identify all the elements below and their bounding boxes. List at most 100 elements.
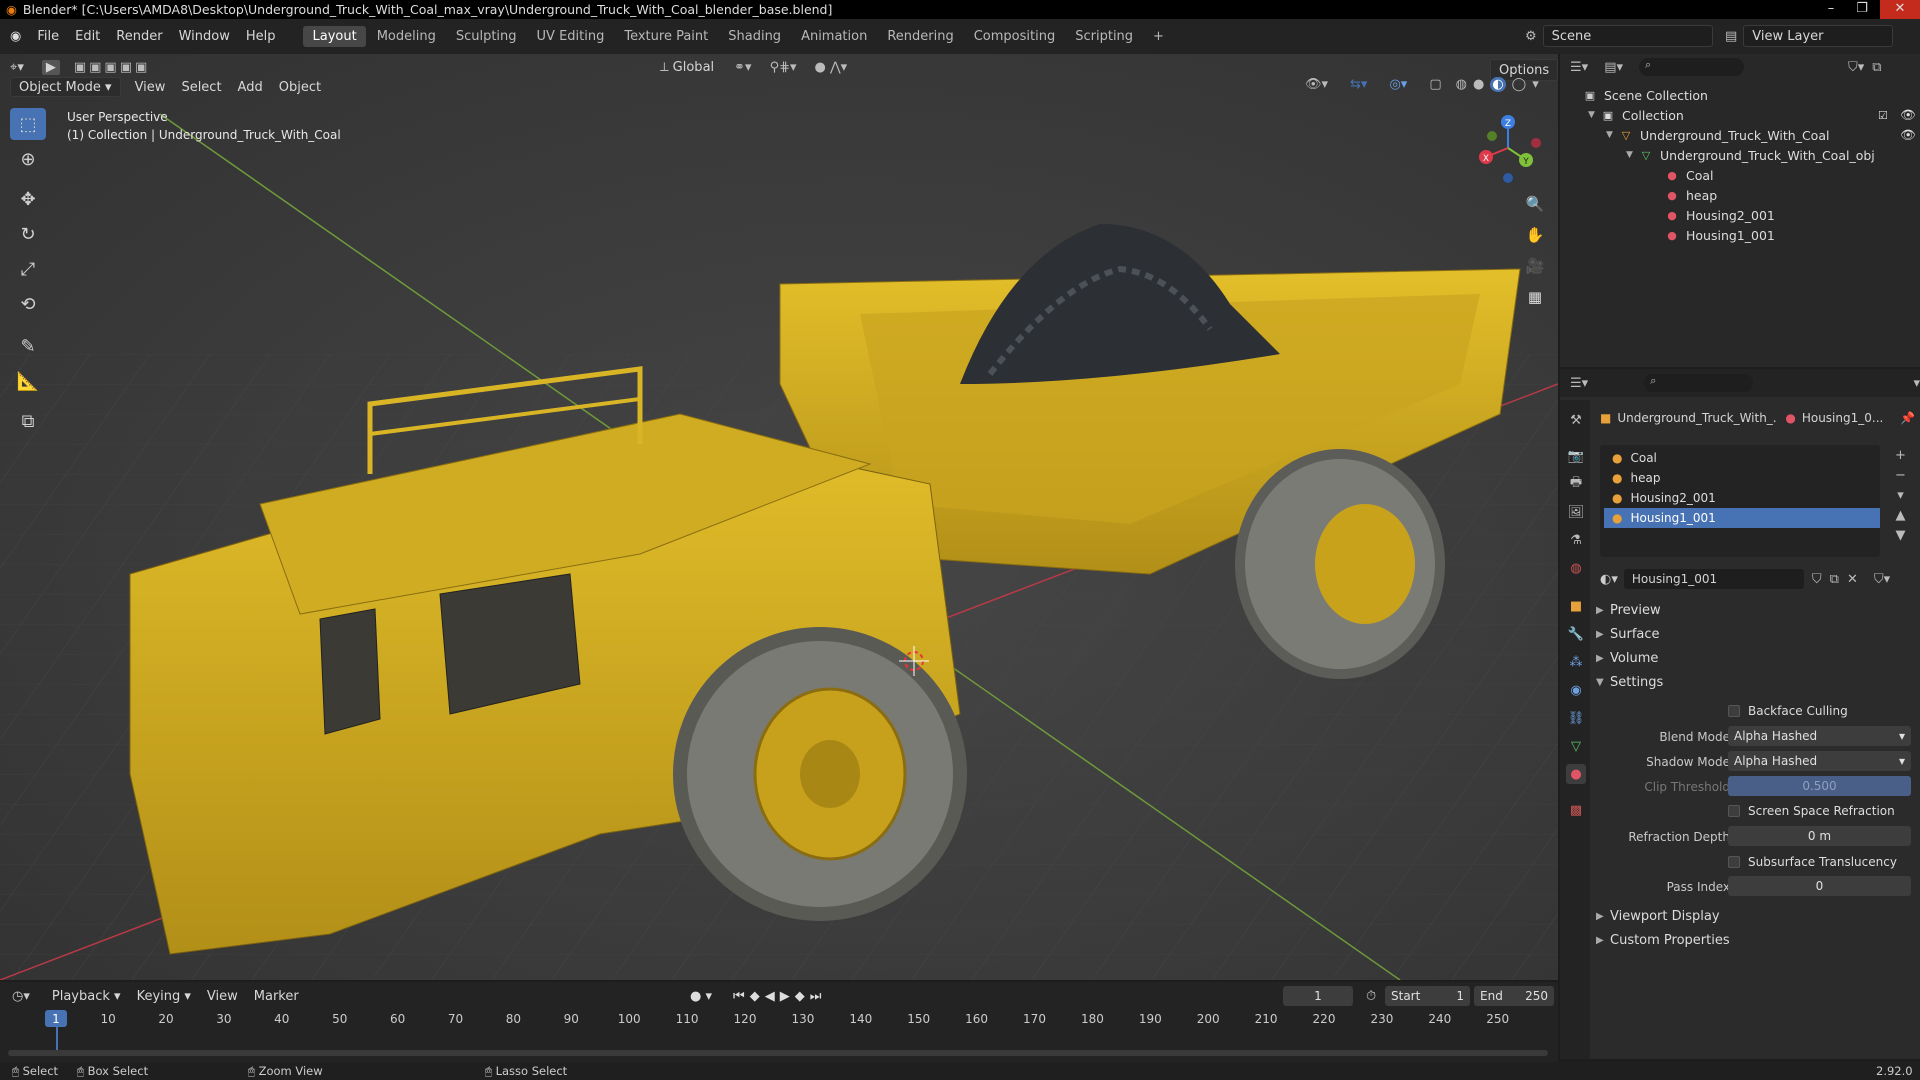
timeline-editor-icon[interactable]: ◷▾ (12, 989, 30, 1004)
select-mode-icon[interactable]: ▶ (41, 60, 60, 75)
outliner-scene-collection[interactable]: ▣ Scene Collection (1560, 85, 1920, 105)
fake-user-icon[interactable]: ⛉ (1812, 572, 1822, 587)
render-tab-icon[interactable]: 📷 (1566, 446, 1586, 466)
tab-texture-paint[interactable]: Texture Paint (615, 26, 717, 47)
clip-threshold-slider[interactable]: 0.500 (1728, 776, 1911, 796)
cursor-tool-icon[interactable]: ⊕ (10, 143, 46, 175)
subsurface-translucency-checkbox[interactable]: Subsurface Translucency (1728, 855, 1897, 869)
xray-icon[interactable]: ▢ (1429, 77, 1441, 92)
panel-custom-properties[interactable]: ▶ Custom Properties (1596, 928, 1730, 952)
scene-icon[interactable]: ⚙ (1525, 29, 1537, 44)
physics-tab-icon[interactable]: ◉ (1566, 680, 1586, 700)
menu-window[interactable]: Window (171, 29, 238, 44)
playback-menu[interactable]: Playback ▾ (44, 989, 129, 1004)
use-preview-range-icon[interactable]: ⏱ (1366, 989, 1376, 1004)
tab-rendering[interactable]: Rendering (878, 26, 962, 47)
tool-tab-icon[interactable]: ⚒ (1566, 410, 1586, 430)
add-cube-tool-icon[interactable]: ⧉ (10, 405, 46, 437)
outliner-material-housing1[interactable]: ● Housing1_001 (1560, 225, 1920, 245)
select-box-modes-icon[interactable]: ▣▣▣▣▣ (74, 60, 150, 75)
timeline-view-menu[interactable]: View (199, 989, 246, 1004)
slot-housing1[interactable]: ● Housing1_001 (1604, 508, 1880, 528)
slot-coal[interactable]: ● Coal (1604, 448, 1880, 468)
pivot-icon[interactable]: ⚭▾ (734, 60, 751, 75)
add-slot-icon[interactable]: + (1895, 446, 1906, 466)
snap-icon[interactable]: ⚲⋕▾ (770, 60, 797, 75)
viewport-menu-select[interactable]: Select (173, 80, 229, 95)
slot-heap[interactable]: ● heap (1604, 468, 1880, 488)
viewport-menu-view[interactable]: View (127, 80, 174, 95)
3d-viewport[interactable] (0, 54, 1558, 980)
blender-menu-icon[interactable]: ◉ (10, 29, 21, 44)
outliner-search[interactable]: ⌕ (1639, 58, 1744, 76)
properties-search[interactable]: ⌕ (1644, 374, 1754, 392)
texture-tab-icon[interactable]: ▩ (1566, 800, 1586, 820)
slot-housing2[interactable]: ● Housing2_001 (1604, 488, 1880, 508)
tab-scripting[interactable]: Scripting (1066, 26, 1142, 47)
tab-animation[interactable]: Animation (792, 26, 876, 47)
outliner-material-heap[interactable]: ● heap (1560, 185, 1920, 205)
viewport-menu-add[interactable]: Add (230, 80, 271, 95)
pan-hand-icon[interactable]: ✋ (1521, 221, 1549, 249)
outliner-editor-icon[interactable]: ☰▾ (1570, 60, 1588, 75)
tab-compositing[interactable]: Compositing (965, 26, 1065, 47)
new-collection-icon[interactable]: ⧉ (1872, 60, 1881, 75)
panel-preview[interactable]: ▶ Preview (1596, 598, 1661, 622)
measure-tool-icon[interactable]: 📐 (10, 365, 46, 397)
end-frame-field[interactable]: End 250 (1474, 986, 1554, 1006)
menu-help[interactable]: Help (238, 29, 284, 44)
outliner-material-coal[interactable]: ● Coal (1560, 165, 1920, 185)
object-mode-dropdown[interactable]: Object Mode ▾ (10, 77, 121, 97)
object-tab-icon[interactable]: ■ (1566, 596, 1586, 616)
visibility-icon[interactable]: 👁▾ (1305, 77, 1328, 92)
output-tab-icon[interactable]: 🖶 (1566, 474, 1586, 494)
transform-tool-icon[interactable]: ⟲ (10, 288, 46, 320)
viewport-menu-object[interactable]: Object (271, 80, 329, 95)
panel-surface[interactable]: ▶ Surface (1596, 622, 1660, 646)
maximize-button[interactable]: ❐ (1847, 0, 1877, 19)
remove-slot-icon[interactable]: − (1895, 466, 1906, 486)
editor-type-icon[interactable]: ⌖▾ (10, 60, 24, 75)
rotate-tool-icon[interactable]: ↻ (10, 218, 46, 250)
view-layer-icon[interactable]: ▤ (1725, 29, 1737, 44)
object-context-name[interactable]: Underground_Truck_With_... (1617, 411, 1777, 425)
material-shading-icon[interactable]: ◐ (1490, 77, 1506, 92)
duplicate-material-icon[interactable]: ⧉ (1830, 572, 1839, 587)
zoom-icon[interactable]: 🔍 (1521, 190, 1549, 218)
add-workspace-icon[interactable]: + (1144, 26, 1173, 47)
outliner-material-housing2[interactable]: ● Housing2_001 (1560, 205, 1920, 225)
refraction-depth-field[interactable]: 0 m (1728, 826, 1911, 846)
start-frame-field[interactable]: Start 1 (1385, 986, 1470, 1006)
properties-editor-icon[interactable]: ☰▾ (1570, 376, 1588, 391)
screen-space-refraction-checkbox[interactable]: Screen Space Refraction (1728, 804, 1895, 818)
node-link-icon[interactable]: ⛉▾ (1874, 572, 1890, 587)
rendered-shading-icon[interactable]: ◯ (1512, 77, 1527, 92)
unlink-material-icon[interactable]: ✕ (1847, 572, 1858, 587)
annotate-tool-icon[interactable]: ✎ (10, 330, 46, 362)
view-layer-tab-icon[interactable]: 🖼 (1566, 502, 1586, 522)
properties-options-icon[interactable]: ▾ (1913, 376, 1920, 391)
filter-icon[interactable]: ⛉▾ (1848, 60, 1864, 75)
outliner-collection[interactable]: ▼ ▣ Collection ☑ 👁 (1560, 105, 1920, 125)
material-name-field[interactable]: Housing1_001 (1623, 569, 1804, 589)
move-slot-up-icon[interactable]: ▲ (1895, 506, 1906, 526)
minimize-button[interactable]: – (1816, 0, 1846, 19)
tab-shading[interactable]: Shading (719, 26, 790, 47)
panel-settings[interactable]: ▼ Settings (1596, 670, 1663, 694)
collection-checkbox-icon[interactable]: ☑ (1878, 109, 1888, 122)
blend-mode-dropdown[interactable]: Alpha Hashed ▾ (1728, 726, 1911, 746)
shading-dropdown-icon[interactable]: ▾ (1532, 77, 1539, 92)
pass-index-field[interactable]: 0 (1728, 876, 1911, 896)
transform-orientation-icon[interactable]: ⟂ (660, 60, 669, 75)
world-tab-icon[interactable]: ◍ (1566, 558, 1586, 578)
keyframe-record-icon[interactable]: ● ▾ (690, 989, 712, 1004)
move-slot-down-icon[interactable]: ▼ (1895, 526, 1906, 546)
transform-orientation-dropdown[interactable]: Global (673, 60, 714, 75)
tab-uv-editing[interactable]: UV Editing (528, 26, 614, 47)
wireframe-shading-icon[interactable]: ◍ (1456, 77, 1467, 92)
proportional-edit-icon[interactable]: ● ⋀▾ (815, 60, 848, 75)
menu-render[interactable]: Render (108, 29, 170, 44)
select-tool-icon[interactable]: ⬚ (10, 108, 46, 140)
navigation-gizmo[interactable]: Z X Y (1470, 110, 1560, 190)
tab-sculpting[interactable]: Sculpting (447, 26, 526, 47)
